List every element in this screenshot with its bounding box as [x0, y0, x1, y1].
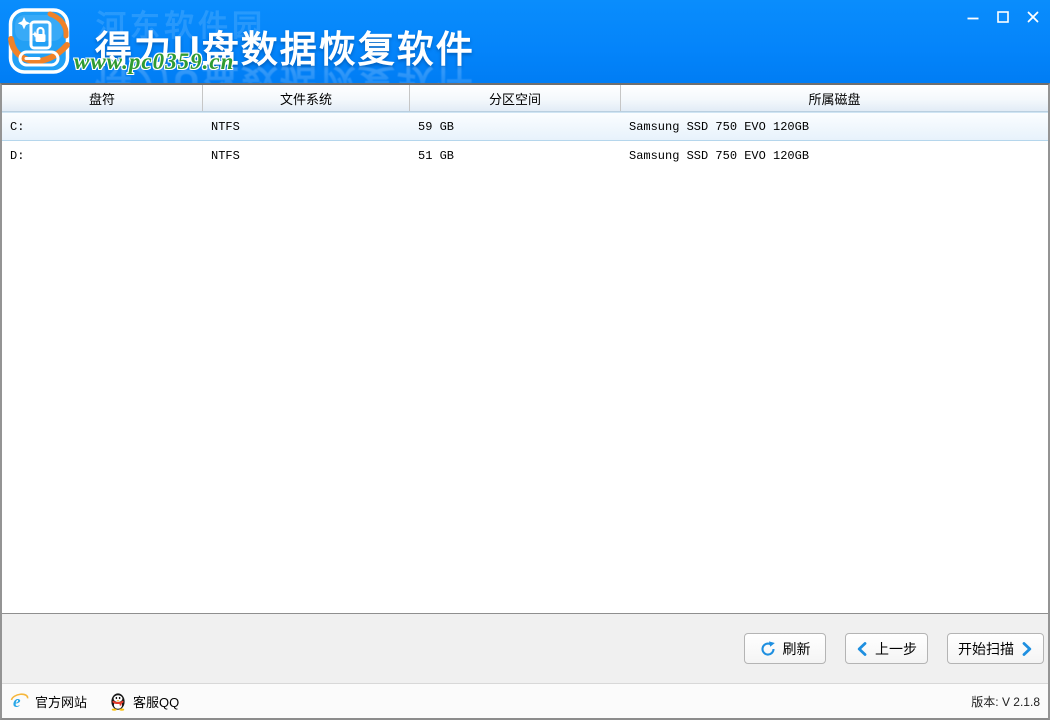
refresh-icon	[760, 641, 776, 657]
cell-filesystem: NTFS	[203, 149, 410, 163]
partition-row-c[interactable]: C: NTFS 59 GB Samsung SSD 750 EVO 120GB	[2, 112, 1048, 141]
previous-step-button[interactable]: 上一步	[845, 633, 928, 664]
service-qq-link[interactable]: 客服QQ	[109, 692, 179, 711]
version-text: 版本: V 2.1.8	[971, 693, 1040, 710]
cell-size: 51 GB	[410, 149, 621, 163]
cell-size: 59 GB	[410, 120, 621, 134]
minimize-button[interactable]	[962, 8, 984, 26]
action-button-bar: 刷新 上一步 开始扫描	[2, 614, 1048, 683]
content-frame: 盘符 文件系统 分区空间 所属磁盘 C: NTFS 59 GB Samsung …	[0, 83, 1050, 720]
column-header-size[interactable]: 分区空间	[410, 85, 621, 111]
partition-table-header: 盘符 文件系统 分区空间 所属磁盘	[2, 85, 1048, 112]
qq-icon	[109, 692, 127, 711]
refresh-button[interactable]: 刷新	[744, 633, 826, 664]
cell-drive: D:	[2, 149, 203, 163]
title-banner: 河东软件园 得力U盘数据恢复软件 得力U盘数据恢复软件 www.pc0359.c…	[0, 0, 1050, 83]
refresh-button-label: 刷新	[783, 639, 811, 659]
close-button[interactable]	[1022, 8, 1044, 26]
start-scan-button-label: 开始扫描	[958, 639, 1014, 659]
partition-row-d[interactable]: D: NTFS 51 GB Samsung SSD 750 EVO 120GB	[2, 141, 1048, 170]
official-website-label: 官方网站	[35, 692, 87, 711]
status-bar: e 官方网站 客服QQ	[2, 683, 1048, 718]
cell-drive: C:	[2, 120, 203, 134]
maximize-button[interactable]	[992, 8, 1014, 26]
start-scan-button[interactable]: 开始扫描	[947, 633, 1044, 664]
cell-filesystem: NTFS	[203, 120, 410, 134]
app-logo-icon	[8, 7, 70, 75]
minimize-icon	[966, 10, 980, 24]
close-icon	[1026, 10, 1040, 24]
service-qq-label: 客服QQ	[133, 692, 179, 711]
maximize-icon	[996, 10, 1010, 24]
cell-disk: Samsung SSD 750 EVO 120GB	[621, 120, 1048, 134]
chevron-right-icon	[1021, 642, 1033, 656]
window-controls	[962, 8, 1044, 26]
column-header-disk[interactable]: 所属磁盘	[621, 85, 1048, 111]
previous-step-button-label: 上一步	[875, 639, 917, 659]
browser-icon: e	[10, 692, 29, 711]
column-header-filesystem[interactable]: 文件系统	[203, 85, 410, 111]
url-watermark: www.pc0359.cn	[74, 49, 234, 75]
official-website-link[interactable]: e 官方网站	[10, 692, 87, 711]
app-window: 河东软件园 得力U盘数据恢复软件 得力U盘数据恢复软件 www.pc0359.c…	[0, 0, 1050, 720]
column-header-drive[interactable]: 盘符	[2, 85, 203, 111]
cell-disk: Samsung SSD 750 EVO 120GB	[621, 149, 1048, 163]
partition-table-body: C: NTFS 59 GB Samsung SSD 750 EVO 120GB …	[2, 112, 1048, 614]
chevron-left-icon	[856, 642, 868, 656]
